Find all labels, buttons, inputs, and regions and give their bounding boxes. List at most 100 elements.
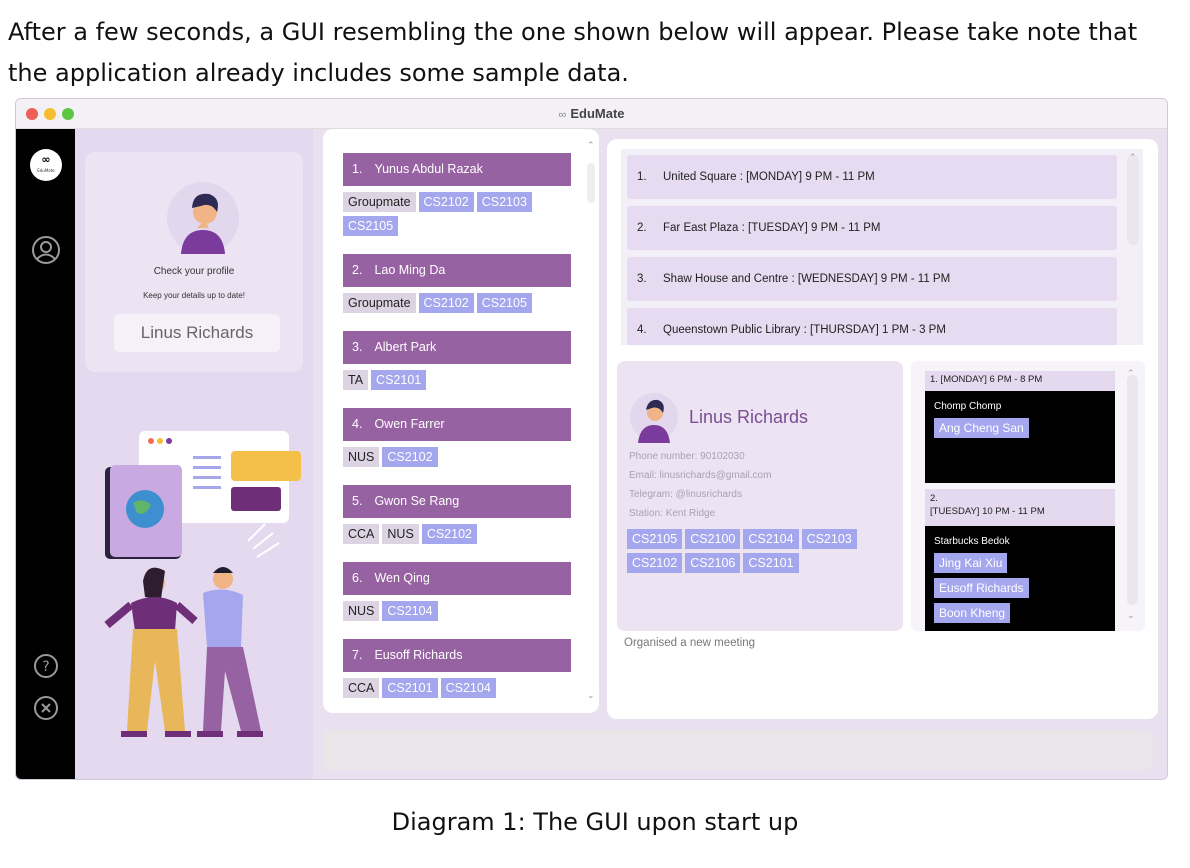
contact-tags: Groupmate CS2102 CS2105	[343, 287, 571, 317]
window-logo-icon: ∞	[558, 109, 567, 121]
tag: Groupmate	[343, 192, 416, 212]
profile-name-field[interactable]: Linus Richards	[114, 314, 280, 352]
module-tag: CS2105	[627, 529, 683, 549]
contact-index: 3.	[352, 340, 363, 354]
contact-header[interactable]: 3. Albert Park	[343, 331, 571, 364]
contact-card[interactable]: 5. Gwon Se Rang CCA NUS CS2102	[343, 485, 571, 548]
contact-header[interactable]: 5. Gwon Se Rang	[343, 485, 571, 518]
tag: CS2102	[418, 192, 474, 212]
schedule-item[interactable]: 2. Far East Plaza : [TUESDAY] 9 PM - 11 P…	[627, 206, 1117, 250]
meeting-participant: Jing Kai Xiu	[934, 553, 1008, 573]
scroll-down-icon[interactable]: ⌄	[1127, 611, 1135, 621]
contact-card[interactable]: 3. Albert Park TA CS2101	[343, 331, 571, 394]
person-name: Linus Richards	[689, 407, 809, 427]
window-title: ∞ EduMate	[16, 106, 1167, 121]
tag: CS2101	[371, 370, 427, 390]
module-tag: CS2102	[627, 553, 683, 573]
meetings-scrollbar[interactable]	[1127, 375, 1138, 605]
contacts-panel: 1. Yunus Abdul Razak Groupmate CS2102 CS2103…	[323, 129, 599, 713]
logo-text: EduMate	[37, 168, 55, 173]
profile-icon[interactable]	[31, 235, 61, 265]
schedule-index: 3.	[637, 273, 647, 285]
contact-name: Wen Qing	[374, 571, 430, 585]
tag: CS2102	[382, 447, 438, 467]
contact-card[interactable]: 7. Eusoff Richards CCA CS2101 CS2104	[343, 639, 571, 702]
profile-panel: Check your profile Keep your details up …	[75, 129, 313, 779]
scroll-down-icon[interactable]: ⌄	[587, 691, 595, 701]
module-tag: CS2103	[801, 529, 857, 549]
profile-card-title: Check your profile	[153, 266, 235, 277]
tag: CS2101	[382, 678, 438, 698]
contact-index: 4.	[352, 417, 363, 431]
person-tags: CS2105 CS2100 CS2104 CS2103 CS2102 CS2106 CS21…	[627, 529, 887, 577]
contact-name: Owen Farrer	[374, 417, 445, 431]
schedule-scrollbar[interactable]	[1127, 155, 1139, 245]
intro-paragraph: After a few seconds, a GUI resembling th…	[8, 18, 1138, 87]
meeting-header: 1. [MONDAY] 6 PM - 8 PM	[925, 371, 1115, 391]
contact-header[interactable]: 2. Lao Ming Da	[343, 254, 571, 287]
contact-card[interactable]: 6. Wen Qing NUS CS2104	[343, 562, 571, 625]
tag: CS2104	[382, 601, 438, 621]
scrollbar-thumb[interactable]	[587, 163, 595, 203]
tag: NUS	[382, 524, 419, 544]
contact-tags: Groupmate CS2102 CS2103 CS2105	[343, 186, 571, 240]
tag: Groupmate	[343, 293, 416, 313]
schedule-text: United Square : [MONDAY] 9 PM - 11 PM	[663, 171, 875, 183]
contacts-list: 1. Yunus Abdul Razak Groupmate CS2102 CS2103…	[343, 153, 571, 709]
meeting-index: 2.	[930, 493, 938, 504]
meeting-participant: Boon Kheng	[934, 603, 1011, 623]
profile-card-subtitle: Keep your details up to date!	[143, 291, 245, 300]
contact-index: 7.	[352, 648, 363, 662]
contact-header[interactable]: 7. Eusoff Richards	[343, 639, 571, 672]
contact-header[interactable]: 1. Yunus Abdul Razak	[343, 153, 571, 186]
module-tag: CS2106	[685, 553, 741, 573]
meeting-card[interactable]: Chomp Chomp Ang Cheng San	[925, 391, 1115, 483]
module-tag: CS2100	[685, 529, 741, 549]
tag: CCA	[343, 678, 380, 698]
schedule-index: 1.	[637, 171, 647, 183]
schedule-list: ⌃ 1. United Square : [MONDAY] 9 PM - 11 P…	[621, 149, 1143, 345]
contact-tags: CCA CS2101 CS2104	[343, 672, 571, 702]
contacts-scrollbar[interactable]: ⌃ ⌄	[585, 139, 595, 713]
command-input[interactable]	[323, 730, 1153, 770]
meeting-card[interactable]: Starbucks Bedok Jing Kai Xiu Eusoff Rich…	[925, 526, 1115, 631]
contact-header[interactable]: 6. Wen Qing	[343, 562, 571, 595]
contact-tags: CCA NUS CS2102	[343, 518, 571, 548]
people-illustration	[104, 431, 301, 737]
tag: CS2102	[418, 293, 474, 313]
person-phone: Phone number: 90102030	[629, 451, 745, 462]
figure-caption: Diagram 1: The GUI upon start up	[391, 808, 799, 836]
scroll-up-icon[interactable]: ⌃	[1129, 153, 1137, 163]
module-tag: CS2104	[743, 529, 799, 549]
person-station: Station: Kent Ridge	[629, 508, 716, 519]
details-panel: ⌃ 1. United Square : [MONDAY] 9 PM - 11 P…	[607, 139, 1158, 719]
schedule-text: Far East Plaza : [TUESDAY] 9 PM - 11 PM	[663, 222, 881, 234]
scroll-up-icon[interactable]: ⌃	[587, 141, 595, 151]
help-icon[interactable]: ?	[33, 653, 59, 679]
tag: CS2103	[476, 192, 532, 212]
schedule-item[interactable]: 4. Queenstown Public Library : [THURSDAY]…	[627, 308, 1117, 345]
contact-name: Gwon Se Rang	[374, 494, 460, 508]
profile-card[interactable]: Check your profile Keep your details up …	[85, 152, 303, 372]
contact-index: 1.	[352, 162, 363, 176]
contact-header[interactable]: 4. Owen Farrer	[343, 408, 571, 441]
window-title-text: EduMate	[570, 106, 625, 121]
avatar	[167, 182, 239, 254]
schedule-item[interactable]: 1. United Square : [MONDAY] 9 PM - 11 PM	[627, 155, 1117, 199]
meetings-list: 1. [MONDAY] 6 PM - 8 PM Chomp Chomp Ang …	[911, 361, 1145, 631]
schedule-item[interactable]: 3. Shaw House and Centre : [WEDNESDAY] 9 …	[627, 257, 1117, 301]
contact-card[interactable]: 1. Yunus Abdul Razak Groupmate CS2102 CS2103…	[343, 153, 571, 240]
app-window: ∞ EduMate ∞ EduMate ? Check your profile…	[15, 98, 1168, 780]
contact-card[interactable]: 2. Lao Ming Da Groupmate CS2102 CS2105	[343, 254, 571, 317]
schedule-text: Queenstown Public Library : [THURSDAY] 1…	[663, 324, 946, 336]
contact-name: Yunus Abdul Razak	[374, 162, 483, 176]
person-detail-card: Linus Richards Phone number: 90102030 Em…	[617, 361, 903, 631]
scroll-up-icon[interactable]: ⌃	[1127, 369, 1135, 379]
contact-index: 6.	[352, 571, 363, 585]
person-avatar	[630, 393, 678, 443]
contact-name: Eusoff Richards	[374, 648, 463, 662]
close-icon[interactable]	[33, 695, 59, 721]
contact-card[interactable]: 4. Owen Farrer NUS CS2102	[343, 408, 571, 471]
app-logo: ∞ EduMate	[30, 149, 62, 181]
schedule-index: 2.	[637, 222, 647, 234]
